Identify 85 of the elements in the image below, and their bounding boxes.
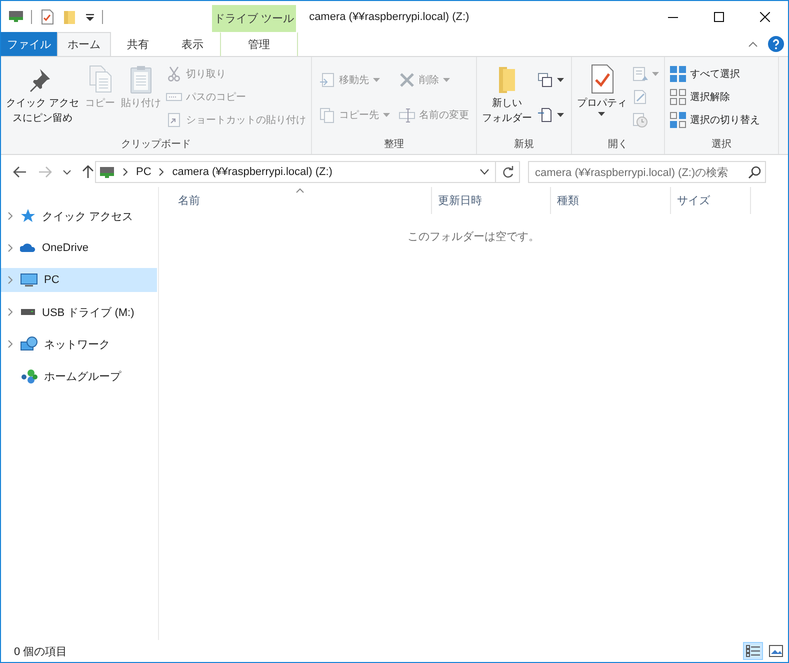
expand-chevron-icon[interactable] [8,276,13,284]
star-icon [20,208,36,224]
back-arrow-icon[interactable] [13,166,27,178]
caret-icon [382,112,390,116]
up-arrow-icon[interactable] [82,165,94,179]
shortcut-icon [166,112,182,128]
drive-icon [8,11,24,22]
ribbon-tab[interactable]: ファイル [1,32,57,56]
search-icon [748,166,761,178]
caret-icon [442,78,450,82]
ribbon-tab[interactable]: 共有 [111,32,165,56]
maximize-icon [714,12,724,22]
ribbon-tab[interactable]: 表示 [165,32,220,56]
copy-to-icon [318,106,335,122]
caret-icon [652,72,659,76]
chevron-icon [159,168,164,176]
ribbon-button[interactable]: プロパティ [574,60,629,132]
rename-icon [398,106,415,122]
nav-item[interactable]: USB ドライブ (M:) [1,300,157,324]
monitor-icon [20,272,38,288]
close-icon [760,12,770,22]
column-header[interactable]: サイズ [671,187,751,214]
history-icon [632,112,648,128]
window-title: camera (¥¥raspberrypi.local) (Z:) [309,10,470,24]
expand-chevron-icon[interactable] [8,212,13,220]
properties-icon[interactable] [39,8,55,24]
scissors-icon [166,66,182,82]
group-label: 選択 [710,138,732,152]
edit-icon [632,88,648,105]
view-button[interactable] [743,642,763,660]
select-all-icon [670,66,686,82]
invert-selection-icon [670,112,686,128]
nav-item[interactable]: ネットワーク [1,332,157,356]
nav-item[interactable]: クイック アクセス [1,204,157,228]
homegroup-icon [20,368,38,384]
expand-chevron-icon[interactable] [8,340,13,348]
recent-locations-icon[interactable] [63,170,71,174]
expand-chevron-icon[interactable] [8,308,13,316]
group-label: 新規 [512,138,535,152]
caret-icon [372,78,380,82]
address-bar[interactable]: PC camera (¥¥raspberrypi.local) (Z:) [95,161,496,183]
nav-item[interactable]: OneDrive [1,236,157,260]
caret-icon [598,112,606,116]
large-icons-view-icon [769,645,783,657]
group-label: 整理 [382,138,405,152]
caret-icon [556,112,564,116]
expand-chevron-icon[interactable] [8,244,13,252]
item-count: 0 個の項目 [14,644,68,658]
ribbon-tab[interactable]: ホーム [57,32,111,56]
column-header[interactable]: 名前 [159,187,432,214]
refresh-icon [502,166,514,178]
delete-icon [398,72,415,88]
group-label: クリップボード [120,138,192,152]
details-view-icon [746,645,760,657]
ribbon-button[interactable]: すべて選択 [668,63,762,84]
nav-item[interactable]: ホームグループ [1,364,157,388]
context-tab-header: ドライブ ツール [212,5,296,32]
new-item-icon [536,72,553,88]
sort-ascending-icon [296,188,304,193]
dropdown-icon[interactable] [480,169,489,175]
ribbon-button[interactable]: 新しい フォルダー [480,60,534,132]
breadcrumb[interactable]: PC [136,166,152,178]
column-header[interactable]: 更新日時 [432,187,551,214]
nav-item[interactable]: PC [1,268,157,292]
select-none-icon [670,88,686,105]
empty-folder-message: このフォルダーは空です。 [408,230,540,244]
ribbon-button[interactable]: クイック アクセ スにピン留め [4,60,81,132]
dropdown-icon[interactable] [85,12,95,22]
breadcrumb[interactable]: camera (¥¥raspberrypi.local) (Z:) [172,166,332,178]
view-button[interactable] [766,642,786,660]
collapse-ribbon-icon[interactable] [748,41,758,47]
help-icon[interactable] [768,36,784,52]
ribbon-button[interactable]: 選択の切り替え [668,110,762,131]
caret-icon [556,78,564,82]
refresh-button[interactable] [496,161,520,183]
drive-icon [99,166,115,178]
move-icon [318,72,335,88]
ribbon-button[interactable]: 選択解除 [668,86,762,108]
group-label: 開く [606,138,629,152]
search-field[interactable]: camera (¥¥raspberrypi.local) (Z:)の検索 [528,161,766,183]
open-icon [632,66,648,82]
chevron-icon [123,168,128,176]
column-header[interactable]: 種類 [551,187,671,214]
drive-icon [20,309,36,315]
network-icon [20,336,38,352]
